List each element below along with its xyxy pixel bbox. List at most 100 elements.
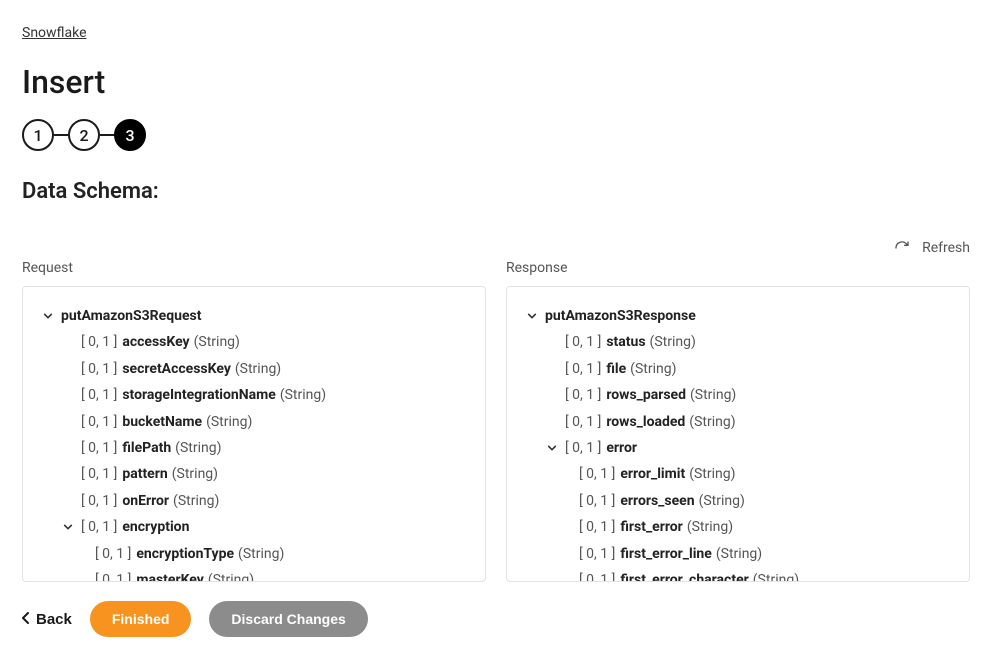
field-name: error_limit xyxy=(620,463,685,485)
field-name: error xyxy=(606,437,637,459)
cardinality: [ 0, 1 ] xyxy=(579,569,615,582)
field-name: rows_loaded xyxy=(606,411,685,433)
request-tree-row[interactable]: [ 0, 1 ]accessKey(String) xyxy=(41,329,467,355)
cardinality: [ 0, 1 ] xyxy=(579,516,615,538)
request-tree-row[interactable]: [ 0, 1 ]secretAccessKey(String) xyxy=(41,356,467,382)
step-connector xyxy=(54,134,68,136)
cardinality: [ 0, 1 ] xyxy=(95,569,131,582)
field-type: (String) xyxy=(687,516,733,538)
field-name: filePath xyxy=(122,437,171,459)
field-type: (String) xyxy=(173,490,219,512)
field-type: (String) xyxy=(689,411,735,433)
field-name: encryption xyxy=(122,516,189,538)
chevron-down-icon[interactable] xyxy=(61,522,75,532)
request-tree-row[interactable]: putAmazonS3Request xyxy=(41,303,467,329)
response-tree-row[interactable]: [ 0, 1 ]rows_parsed(String) xyxy=(525,382,951,408)
request-tree-row[interactable]: [ 0, 1 ]bucketName(String) xyxy=(41,409,467,435)
refresh-label[interactable]: Refresh xyxy=(922,240,970,256)
cardinality: [ 0, 1 ] xyxy=(95,543,131,565)
field-name: first_error_line xyxy=(620,543,712,565)
field-name: encryptionType xyxy=(136,543,234,565)
request-panel: putAmazonS3Request[ 0, 1 ]accessKey(Stri… xyxy=(22,286,486,582)
field-type: (String) xyxy=(650,331,696,353)
cardinality: [ 0, 1 ] xyxy=(565,384,601,406)
request-tree-row[interactable]: [ 0, 1 ]storageIntegrationName(String) xyxy=(41,382,467,408)
stepper: 123 xyxy=(22,119,970,151)
field-name: status xyxy=(606,331,645,353)
response-tree-row[interactable]: [ 0, 1 ]error_limit(String) xyxy=(525,461,951,487)
back-button[interactable]: Back xyxy=(22,611,72,628)
response-tree-row[interactable]: [ 0, 1 ]first_error_line(String) xyxy=(525,541,951,567)
step-connector xyxy=(100,134,114,136)
field-type: (String) xyxy=(194,331,240,353)
field-name: putAmazonS3Response xyxy=(545,305,696,327)
field-name: bucketName xyxy=(122,411,202,433)
section-title: Data Schema: xyxy=(22,179,970,204)
field-type: (String) xyxy=(235,358,281,380)
request-tree-row[interactable]: [ 0, 1 ]filePath(String) xyxy=(41,435,467,461)
field-name: errors_seen xyxy=(620,490,694,512)
chevron-down-icon[interactable] xyxy=(545,443,559,453)
response-tree-row[interactable]: putAmazonS3Response xyxy=(525,303,951,329)
request-tree-row[interactable]: [ 0, 1 ]encryption xyxy=(41,514,467,540)
breadcrumb-link[interactable]: Snowflake xyxy=(22,25,87,41)
discard-button[interactable]: Discard Changes xyxy=(209,601,367,637)
field-name: secretAccessKey xyxy=(122,358,231,380)
response-tree-row[interactable]: [ 0, 1 ]errors_seen(String) xyxy=(525,488,951,514)
response-tree-row[interactable]: [ 0, 1 ]file(String) xyxy=(525,356,951,382)
response-tree-row[interactable]: [ 0, 1 ]status(String) xyxy=(525,329,951,355)
chevron-down-icon[interactable] xyxy=(525,311,539,321)
field-name: putAmazonS3Request xyxy=(61,305,201,327)
field-type: (String) xyxy=(208,569,254,582)
field-type: (String) xyxy=(753,569,799,582)
field-name: pattern xyxy=(122,463,167,485)
response-tree-row[interactable]: [ 0, 1 ] first_error_character (String) xyxy=(525,567,951,582)
request-tree-row[interactable]: [ 0, 1 ]pattern(String) xyxy=(41,461,467,487)
response-tree-row[interactable]: [ 0, 1 ]rows_loaded(String) xyxy=(525,409,951,435)
cardinality: [ 0, 1 ] xyxy=(565,411,601,433)
chevron-down-icon[interactable] xyxy=(41,311,55,321)
field-type: (String) xyxy=(716,543,762,565)
cardinality: [ 0, 1 ] xyxy=(565,437,601,459)
cardinality: [ 0, 1 ] xyxy=(579,463,615,485)
field-type: (String) xyxy=(172,463,218,485)
response-tree-row[interactable]: [ 0, 1 ]error xyxy=(525,435,951,461)
response-label: Response xyxy=(506,260,970,276)
field-name: onError xyxy=(122,490,169,512)
chevron-left-icon xyxy=(22,611,30,628)
cardinality: [ 0, 1 ] xyxy=(565,331,601,353)
field-type: (String) xyxy=(699,490,745,512)
cardinality: [ 0, 1 ] xyxy=(81,437,117,459)
step-3[interactable]: 3 xyxy=(114,119,146,151)
finished-button[interactable]: Finished xyxy=(90,601,192,637)
response-tree-row[interactable]: [ 0, 1 ]first_error(String) xyxy=(525,514,951,540)
request-tree-row[interactable]: [ 0, 1 ]onError(String) xyxy=(41,488,467,514)
cardinality: [ 0, 1 ] xyxy=(579,543,615,565)
field-name: first_error_character xyxy=(620,569,748,582)
field-name: accessKey xyxy=(122,331,189,353)
field-type: (String) xyxy=(689,463,735,485)
response-column: Response putAmazonS3Response[ 0, 1 ]stat… xyxy=(506,260,970,582)
field-name: file xyxy=(606,358,626,380)
cardinality: [ 0, 1 ] xyxy=(565,358,601,380)
field-name: rows_parsed xyxy=(606,384,686,406)
response-panel: putAmazonS3Response[ 0, 1 ]status(String… xyxy=(506,286,970,582)
field-type: (String) xyxy=(280,384,326,406)
cardinality: [ 0, 1 ] xyxy=(81,384,117,406)
step-2[interactable]: 2 xyxy=(68,119,100,151)
field-type: (String) xyxy=(206,411,252,433)
page-title: Insert xyxy=(22,63,970,101)
cardinality: [ 0, 1 ] xyxy=(81,516,117,538)
cardinality: [ 0, 1 ] xyxy=(81,411,117,433)
field-name: masterKey xyxy=(136,569,203,582)
refresh-icon[interactable] xyxy=(894,240,910,256)
field-type: (String) xyxy=(175,437,221,459)
step-1[interactable]: 1 xyxy=(22,119,54,151)
field-name: storageIntegrationName xyxy=(122,384,275,406)
field-type: (String) xyxy=(630,358,676,380)
field-name: first_error xyxy=(620,516,682,538)
field-type: (String) xyxy=(690,384,736,406)
cardinality: [ 0, 1 ] xyxy=(81,331,117,353)
request-tree-row[interactable]: [ 0, 1 ]encryptionType(String) xyxy=(41,541,467,567)
request-tree-row[interactable]: [ 0, 1 ] masterKey (String) xyxy=(41,567,467,582)
